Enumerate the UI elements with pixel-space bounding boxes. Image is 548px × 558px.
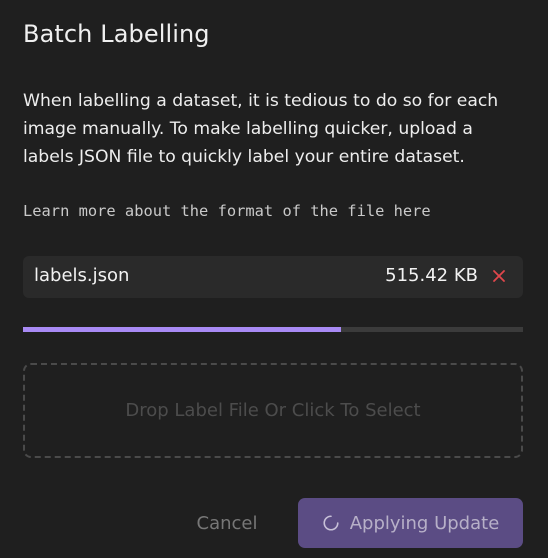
learn-more-link[interactable]: Learn more about the format of the file … xyxy=(23,202,431,220)
cancel-button[interactable]: Cancel xyxy=(186,499,268,547)
label-file-dropzone[interactable]: Drop Label File Or Click To Select xyxy=(23,363,523,458)
remove-file-button[interactable] xyxy=(489,266,509,286)
dropzone-label: Drop Label File Or Click To Select xyxy=(125,400,421,421)
upload-progress-bar xyxy=(23,327,523,332)
batch-labelling-dialog: Batch Labelling When labelling a dataset… xyxy=(0,0,548,558)
spinner-icon xyxy=(323,515,339,531)
file-size: 515.42 KB xyxy=(385,265,478,286)
file-name: labels.json xyxy=(34,265,130,286)
dialog-title: Batch Labelling xyxy=(23,20,210,48)
apply-button-label: Applying Update xyxy=(349,512,500,534)
apply-update-button[interactable]: Applying Update xyxy=(298,498,523,548)
upload-progress-fill xyxy=(23,327,341,332)
close-icon xyxy=(493,270,505,282)
dialog-description: When labelling a dataset, it is tedious … xyxy=(23,91,499,167)
uploaded-file-row: labels.json 515.42 KB xyxy=(23,256,523,298)
